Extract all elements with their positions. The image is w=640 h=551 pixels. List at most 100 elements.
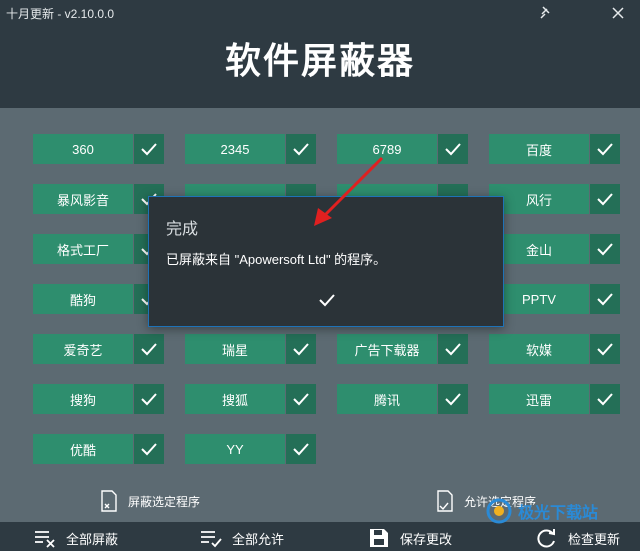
program-tile[interactable]: YY [185,434,316,464]
dialog-ok-button[interactable] [315,289,339,311]
program-tile[interactable]: PPTV [489,284,620,314]
tile-checkbox[interactable] [134,384,164,414]
program-tile[interactable]: 搜狗 [33,384,164,414]
program-tile[interactable]: 瑞星 [185,334,316,364]
check-update-button[interactable]: 检查更新 [536,528,620,548]
tile-label: 优酷 [33,434,133,464]
program-tile[interactable]: 暴风影音 [33,184,164,214]
tile-label: 腾讯 [337,384,437,414]
program-tile[interactable]: 格式工厂 [33,234,164,264]
program-tile[interactable]: 搜狐 [185,384,316,414]
dialog-title: 完成 [166,221,199,238]
check-icon [293,443,309,456]
program-tile[interactable]: 360 [33,134,164,164]
tile-label: 酷狗 [33,284,133,314]
save-button[interactable]: 保存更改 [368,528,452,548]
program-tile[interactable]: 广告下载器 [337,334,468,364]
tile-label: 360 [33,134,133,164]
tile-label: 格式工厂 [33,234,133,264]
tile-label: PPTV [489,284,589,314]
app-title: 软件屏蔽器 [224,41,415,82]
check-icon [293,393,309,406]
program-tile[interactable]: 金山 [489,234,620,264]
program-tile[interactable]: 酷狗 [33,284,164,314]
document-allow-icon [437,490,453,512]
check-icon [597,393,613,406]
window-title: 十月更新 - v2.10.0.0 [6,7,115,21]
check-icon [141,143,157,156]
block-selected-button[interactable]: 屏蔽选定程序 [100,490,200,512]
tile-label: 迅雷 [489,384,589,414]
program-tile[interactable]: 腾讯 [337,384,468,414]
annotation-arrow-icon [314,156,384,226]
block-all-button[interactable]: 全部屏蔽 [34,528,118,548]
block-selected-label: 屏蔽选定程序 [128,494,201,509]
tile-label: 风行 [489,184,589,214]
check-icon [141,393,157,406]
pin-icon[interactable] [532,2,560,24]
program-tile[interactable]: 2345 [185,134,316,164]
tile-label: 爱奇艺 [33,334,133,364]
check-icon [141,343,157,356]
tile-checkbox[interactable] [438,384,468,414]
footer-bar: 全部屏蔽 全部允许 保存更改 检查更新 [0,522,640,551]
save-icon [370,529,388,547]
list-allow-icon [201,531,222,548]
allow-all-label: 全部允许 [232,531,285,547]
tile-label: 搜狗 [33,384,133,414]
check-icon [597,293,613,306]
check-icon [319,294,335,307]
check-icon [597,343,613,356]
check-icon [293,343,309,356]
check-icon [445,393,461,406]
program-tile[interactable]: 迅雷 [489,384,620,414]
check-icon [141,443,157,456]
tile-checkbox[interactable] [590,284,620,314]
refresh-icon [537,529,555,548]
program-tile[interactable]: 百度 [489,134,620,164]
program-tile[interactable]: 软媒 [489,334,620,364]
tile-checkbox[interactable] [286,434,316,464]
tile-label: 百度 [489,134,589,164]
check-icon [445,143,461,156]
check-icon [597,143,613,156]
tile-checkbox[interactable] [590,134,620,164]
block-all-label: 全部屏蔽 [66,531,119,547]
header: 十月更新 - v2.10.0.0 软件屏蔽器 [0,0,640,108]
tile-checkbox[interactable] [134,334,164,364]
tile-checkbox[interactable] [590,384,620,414]
check-icon [597,193,613,206]
watermark-logo: 极光下载站 [486,496,636,526]
check-icon [445,343,461,356]
tile-label: 搜狐 [185,384,285,414]
tile-checkbox[interactable] [134,434,164,464]
tile-label: 2345 [185,134,285,164]
tile-checkbox[interactable] [590,334,620,364]
save-label: 保存更改 [400,531,453,547]
tile-label: 软媒 [489,334,589,364]
tile-checkbox[interactable] [286,334,316,364]
check-update-label: 检查更新 [568,531,621,547]
check-icon [597,243,613,256]
tile-label: 广告下载器 [337,334,437,364]
document-block-icon [101,490,117,512]
program-tile[interactable]: 爱奇艺 [33,334,164,364]
program-tile[interactable]: 优酷 [33,434,164,464]
tile-checkbox[interactable] [286,384,316,414]
tile-label: YY [185,434,285,464]
dialog-message: 已屏蔽来自 "Apowersoft Ltd" 的程序。 [166,252,387,267]
list-block-icon [35,531,55,548]
tile-checkbox[interactable] [438,134,468,164]
close-icon[interactable] [604,2,632,24]
tile-checkbox[interactable] [134,134,164,164]
tile-checkbox[interactable] [590,234,620,264]
watermark-text: 极光下载站 [518,505,599,522]
program-tile[interactable]: 风行 [489,184,620,214]
allow-all-button[interactable]: 全部允许 [200,528,284,548]
tile-label: 瑞星 [185,334,285,364]
tile-label: 金山 [489,234,589,264]
tile-checkbox[interactable] [590,184,620,214]
tile-checkbox[interactable] [438,334,468,364]
tile-label: 暴风影音 [33,184,133,214]
watermark-icon [486,498,512,524]
